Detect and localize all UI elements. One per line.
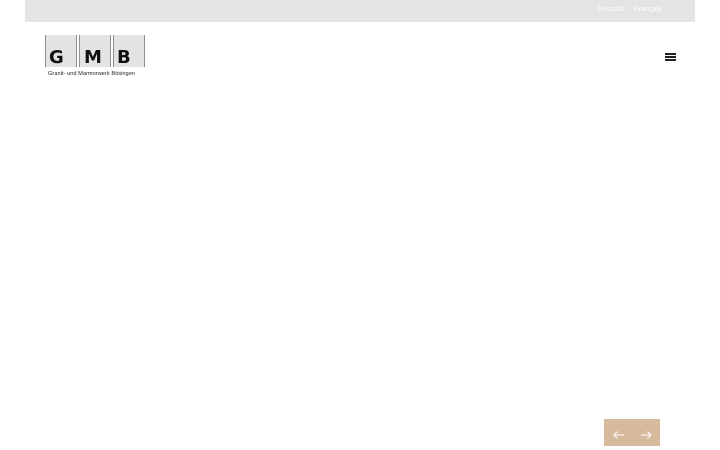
logo-letter-m: M [84, 47, 102, 68]
logo-tagline: Granit- und Marmorwerk Bösingen [48, 71, 136, 77]
language-link-deutsch[interactable]: Deutsch [598, 6, 624, 13]
logo-tile-b: B [113, 35, 145, 67]
logo[interactable]: G M B Granit- und Marmorwerk Bösingen [45, 35, 145, 81]
menu-icon-bar [665, 56, 676, 58]
logo-letter-b: B [117, 47, 131, 68]
language-link-francais[interactable]: Français [634, 6, 662, 13]
arrow-left-icon[interactable] [613, 427, 625, 439]
logo-letter-g: G [49, 47, 64, 68]
logo-tile-g: G [45, 35, 77, 67]
arrow-right-icon[interactable] [640, 427, 652, 439]
hamburger-menu-icon[interactable] [665, 53, 676, 61]
menu-icon-bar [665, 53, 676, 55]
page: Deutsch Français G M B Granit- und Marmo… [25, 0, 695, 450]
slider-navigation [604, 419, 660, 446]
menu-icon-bar [665, 59, 676, 61]
logo-tile-m: M [79, 35, 111, 67]
top-bar: Deutsch Français [25, 0, 695, 22]
